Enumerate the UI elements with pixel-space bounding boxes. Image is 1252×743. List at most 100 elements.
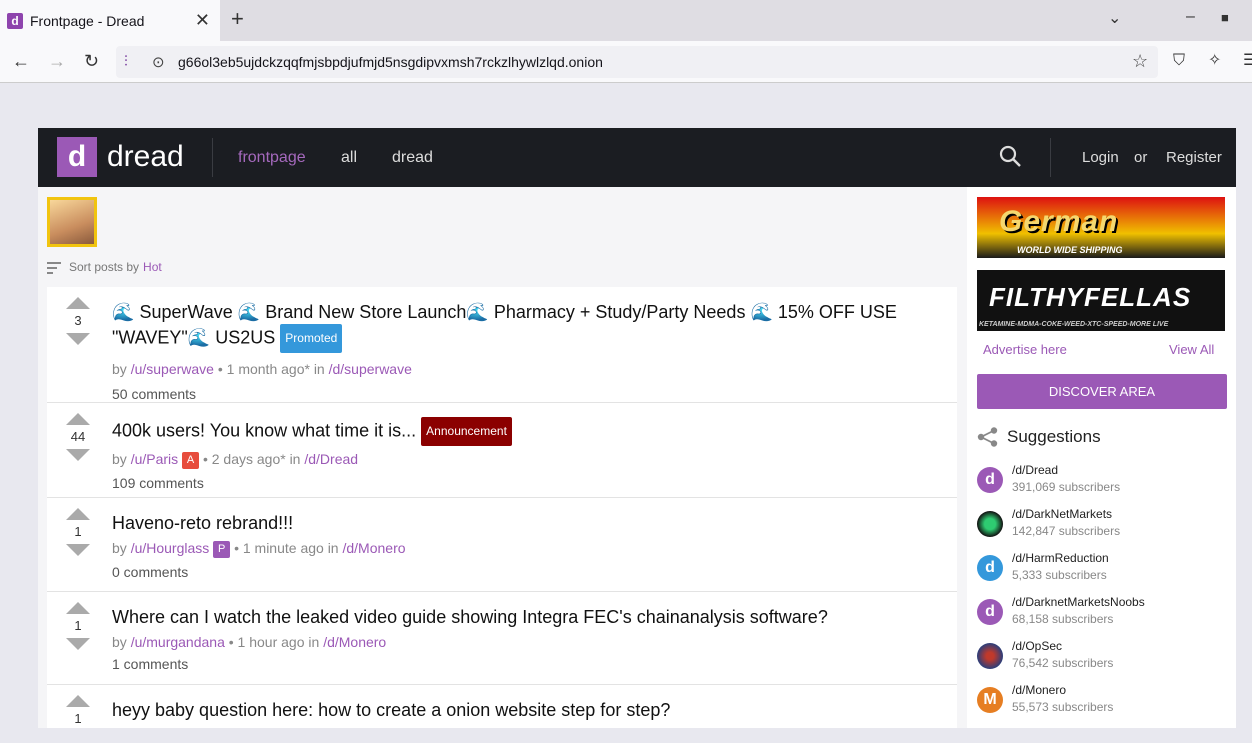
sub-link[interactable]: /d/Dread [304, 451, 358, 467]
monero-icon: M [977, 687, 1003, 713]
suggestion-name[interactable]: /d/Monero [1012, 683, 1066, 697]
banner-subtitle: KETAMINE-MDMA-COKE-WEED-XTC-SPEED-MORE L… [979, 321, 1169, 328]
downvote-icon[interactable] [66, 638, 90, 650]
advertise-link[interactable]: Advertise here [983, 342, 1067, 357]
by-text: by [112, 540, 127, 556]
suggestion-name[interactable]: /d/Dread [1012, 463, 1058, 477]
sort-value-link[interactable]: Hot [143, 260, 162, 274]
nav-dread[interactable]: dread [392, 149, 433, 167]
suggestion-name[interactable]: /d/HarmReduction [1012, 551, 1109, 565]
minimize-icon[interactable]: – [1186, 8, 1195, 26]
author-link[interactable]: /u/superwave [131, 361, 214, 377]
downvote-icon[interactable] [66, 333, 90, 345]
banner-title: German [999, 205, 1119, 238]
url-text[interactable]: g66ol3eb5ujdckzqqfmjsbpdjufmjd5nsgdipvxm… [178, 54, 603, 70]
post-item: 1 Haveno-reto rebrand!!! by /u/Hourglass… [47, 498, 957, 592]
sidebar: German WORLD WIDE SHIPPING FILTHYFELLAS … [967, 187, 1236, 728]
suggestion-item[interactable]: d /d/HarmReduction 5,333 subscribers [977, 551, 1227, 587]
tab-list-chevron-icon[interactable]: ⌄ [1108, 8, 1121, 28]
harmreduction-icon: d [977, 555, 1003, 581]
url-bar[interactable]: ⫶ ⊙ g66ol3eb5ujdckzqqfmjsbpdjufmjd5nsgdi… [116, 46, 1158, 78]
nav-frontpage[interactable]: frontpage [238, 149, 306, 167]
nav-all[interactable]: all [341, 149, 357, 167]
announcement-badge: Announcement [421, 417, 512, 446]
suggestion-subscribers: 68,158 subscribers [1012, 612, 1114, 626]
reload-icon[interactable]: ↻ [84, 51, 99, 71]
bookmark-star-icon[interactable]: ☆ [1132, 51, 1148, 72]
sub-link[interactable]: /d/Monero [342, 540, 405, 556]
post-item: 1 Where can I watch the leaked video gui… [47, 592, 957, 685]
upvote-icon[interactable] [66, 297, 90, 309]
browser-toolbar: ← → ↻ ⫶ ⊙ g66ol3eb5ujdckzqqfmjsbpdjufmjd… [0, 41, 1252, 83]
menu-icon[interactable]: ☰ [1243, 51, 1252, 71]
sub-link[interactable]: /d/Monero [323, 634, 386, 650]
suggestion-name[interactable]: /d/DarkNetMarkets [1012, 507, 1112, 521]
post-title[interactable]: Where can I watch the leaked video guide… [112, 606, 951, 629]
comments-link[interactable]: 109 comments [112, 475, 951, 491]
by-text: by [112, 361, 127, 377]
comments-link[interactable]: 50 comments [112, 386, 951, 402]
author-link[interactable]: /u/Paris [131, 451, 178, 467]
promoted-badge: Promoted [280, 324, 343, 353]
shield-icon[interactable]: ⛉ [1173, 51, 1185, 71]
post-title[interactable]: heyy baby question here: how to create a… [112, 699, 951, 722]
title-part: Brand New Store Launch [265, 302, 467, 322]
ad-banner-filthyfellas[interactable]: FILTHYFELLAS KETAMINE-MDMA-COKE-WEED-XTC… [977, 270, 1225, 331]
user-avatar[interactable] [47, 197, 97, 247]
post-time: • 1 month ago* in [217, 361, 325, 377]
site-header: d dread frontpage all dread Login or Reg… [38, 128, 1236, 187]
header-divider [212, 138, 213, 177]
upvote-icon[interactable] [66, 602, 90, 614]
wave-icon: 🌊 [750, 302, 773, 322]
upvote-icon[interactable] [66, 508, 90, 520]
site-info-icon[interactable]: ⊙ [152, 53, 165, 71]
post-body: 400k users! You know what time it is... … [112, 417, 951, 491]
downvote-icon[interactable] [66, 449, 90, 461]
ad-banner-german[interactable]: German WORLD WIDE SHIPPING [977, 197, 1225, 258]
view-all-link[interactable]: View All [1169, 342, 1214, 357]
post-body: 🌊 SuperWave 🌊 Brand New Store Launch🌊 Ph… [112, 301, 951, 402]
suggestion-subscribers: 5,333 subscribers [1012, 568, 1107, 582]
post-list: 3 🌊 SuperWave 🌊 Brand New Store Launch🌊 … [47, 287, 957, 728]
browser-tab[interactable]: d Frontpage - Dread ✕ [0, 0, 220, 41]
search-icon[interactable] [998, 144, 1022, 168]
close-tab-icon[interactable]: ✕ [195, 11, 210, 29]
title-part: SuperWave [139, 302, 233, 322]
downvote-icon[interactable] [66, 544, 90, 556]
sub-link[interactable]: /d/superwave [329, 361, 412, 377]
vote-box: 3 [66, 297, 90, 345]
dread-favicon-icon: d [7, 12, 23, 29]
register-link[interactable]: Register [1166, 149, 1222, 166]
suggestion-name[interactable]: /d/OpSec [1012, 639, 1062, 653]
discover-area-button[interactable]: DISCOVER AREA [977, 374, 1227, 409]
new-tab-icon[interactable]: + [231, 8, 244, 30]
tor-onion-icon[interactable]: ⫶ [124, 53, 128, 70]
upvote-icon[interactable] [66, 695, 90, 707]
security-level-icon[interactable]: ✧ [1208, 51, 1221, 71]
maximize-icon[interactable]: ■ [1221, 10, 1229, 25]
forward-arrow-icon[interactable]: → [48, 51, 66, 71]
author-link[interactable]: /u/Hourglass [131, 540, 210, 556]
suggestion-item[interactable]: /d/OpSec 76,542 subscribers [977, 639, 1227, 675]
logo-text[interactable]: dread [107, 140, 184, 174]
post-title[interactable]: 400k users! You know what time it is... … [112, 417, 951, 446]
suggestion-item[interactable]: d /d/DarknetMarketsNoobs 68,158 subscrib… [977, 595, 1227, 631]
header-divider-2 [1050, 138, 1051, 177]
dread-logo-icon[interactable]: d [57, 137, 97, 177]
post-title[interactable]: 🌊 SuperWave 🌊 Brand New Store Launch🌊 Ph… [112, 301, 951, 353]
login-link[interactable]: Login [1082, 149, 1119, 166]
comments-link[interactable]: 1 comments [112, 656, 951, 672]
author-link[interactable]: /u/murgandana [131, 634, 225, 650]
by-text: by [112, 634, 127, 650]
suggestion-name[interactable]: /d/DarknetMarketsNoobs [1012, 595, 1145, 609]
upvote-icon[interactable] [66, 413, 90, 425]
comments-link[interactable]: 0 comments [112, 564, 951, 580]
post-score: 44 [70, 429, 86, 444]
suggestion-item[interactable]: M /d/Monero 55,573 subscribers [977, 683, 1227, 719]
post-title[interactable]: Haveno-reto rebrand!!! [112, 512, 951, 535]
suggestion-item[interactable]: /d/DarkNetMarkets 142,847 subscribers [977, 507, 1227, 543]
back-arrow-icon[interactable]: ← [12, 51, 30, 71]
suggestion-item[interactable]: d /d/Dread 391,069 subscribers [977, 463, 1227, 499]
suggestion-subscribers: 55,573 subscribers [1012, 700, 1114, 714]
wave-icon: 🌊 [466, 302, 489, 322]
